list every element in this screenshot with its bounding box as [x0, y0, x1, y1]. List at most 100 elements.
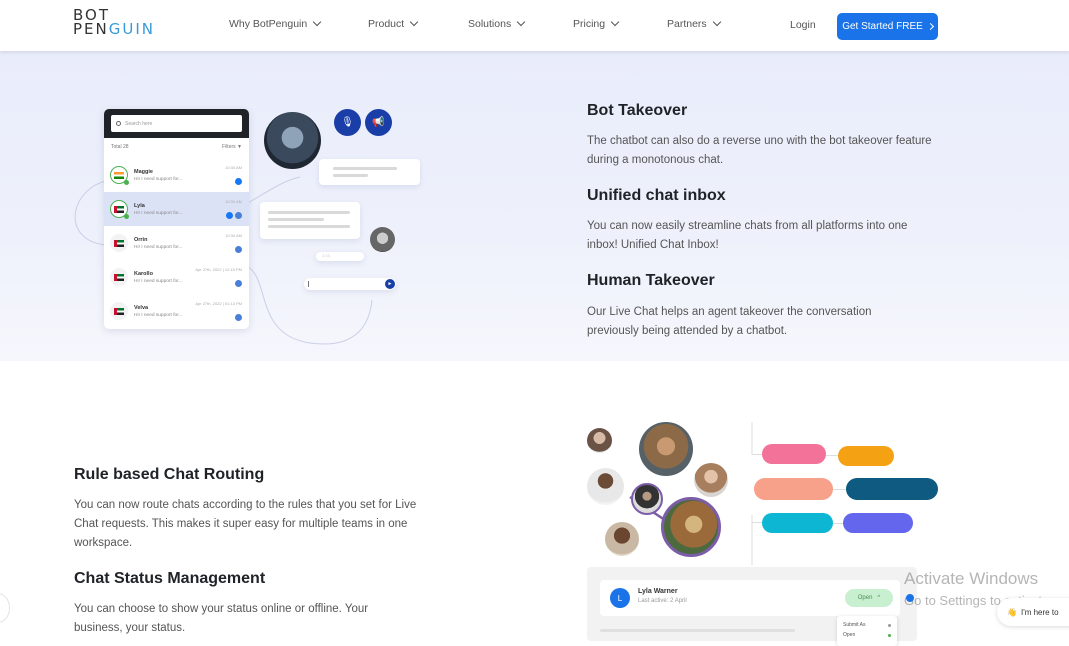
text-placeholder [333, 174, 368, 177]
nav-solutions[interactable]: Solutions [468, 17, 526, 30]
text-placeholder [333, 167, 397, 170]
chat-list-item[interactable]: Maggie Hi! I need support for... 10:30 AM [104, 158, 249, 192]
text-placeholder [600, 629, 795, 632]
feature-title-bot-takeover: Bot Takeover [587, 102, 688, 119]
megaphone-icon: 📢 [372, 117, 385, 128]
connector [752, 522, 762, 523]
typing-indicator: 1:15 [316, 252, 364, 261]
chat-list-header: Search here [104, 109, 249, 138]
filters-button[interactable]: Filters ▼ [222, 144, 242, 152]
filter-icon: ▼ [237, 144, 242, 150]
chat-list-mockup: Search here Total 28 Filters ▼ Maggie Hi!… [104, 109, 249, 329]
globe-icon [235, 212, 242, 219]
get-started-button[interactable]: Get Started FREE [837, 13, 938, 40]
chevron-down-icon [712, 17, 721, 27]
routing-rule-pill [762, 444, 826, 464]
contact-avatar: L [610, 588, 630, 608]
last-message: Hi! I need support for... [134, 210, 183, 216]
send-icon[interactable]: ► [385, 279, 395, 289]
last-message: Hi! I need support for... [134, 244, 183, 250]
globe-icon [235, 280, 242, 287]
chat-list-item[interactable]: Lyla Hi! I need support for... 10:30 AM [104, 192, 249, 226]
status-option-submit-as[interactable]: Submit As [843, 620, 891, 630]
microphone-button[interactable]: 🎙 [334, 109, 361, 136]
agent-photo [264, 112, 321, 169]
avatar [110, 268, 128, 286]
chevron-down-icon [409, 17, 419, 27]
avatar [110, 302, 128, 320]
microphone-icon: 🎙 [341, 117, 354, 128]
feature-body-unified-inbox: You can now easily streamline chats from… [587, 220, 908, 251]
connector [752, 454, 762, 455]
status-dropdown[interactable]: Open ^ [845, 589, 893, 607]
timestamp: 10:30 AM [225, 199, 242, 204]
status-menu: Submit As Open [837, 616, 897, 646]
text-placeholder [268, 225, 350, 228]
timestamp: 10:30 AM [225, 233, 242, 238]
timestamp: Apr 27th, 2022 | 12:15 PM [195, 267, 242, 272]
chat-search-input[interactable]: Search here [111, 115, 242, 132]
login-link[interactable]: Login [790, 19, 816, 31]
connector [833, 489, 846, 490]
text-cursor [308, 281, 309, 287]
timestamp: Apr 27th, 2022 | 01:13 PM [195, 301, 242, 306]
chat-bubble-received [319, 159, 420, 185]
botpenguin-logo[interactable]: BOT PENGUIN [73, 8, 155, 37]
waving-hand-icon: 👋 [1007, 607, 1017, 617]
chat-message-input[interactable]: ► [304, 278, 396, 290]
last-message: Hi! I need support for... [134, 176, 183, 182]
chevron-down-icon [610, 17, 620, 27]
routing-rule-pill [838, 446, 894, 466]
uae-flag-icon [114, 239, 124, 247]
facebook-icon [226, 212, 233, 219]
last-message: Hi! I need support for... [134, 312, 183, 318]
uae-flag-icon [114, 205, 124, 213]
contact-name: Lyla Warner [638, 588, 678, 595]
team-member-photo [694, 463, 728, 497]
feature-title-chat-routing: Rule based Chat Routing [74, 466, 265, 483]
nav-why-botpenguin[interactable]: Why BotPenguin [229, 17, 322, 30]
search-icon [116, 121, 121, 126]
text-placeholder [268, 211, 350, 214]
nav-partners[interactable]: Partners [667, 17, 721, 30]
team-member-photo [587, 468, 624, 505]
team-member-photo [605, 522, 639, 556]
last-active: Last active: 2 April [638, 598, 687, 604]
online-indicator [124, 214, 129, 219]
feature-title-status-management: Chat Status Management [74, 570, 266, 587]
routing-rule-pill [846, 478, 938, 500]
text-placeholder [268, 218, 324, 221]
team-member-photo [639, 422, 693, 476]
team-member-photo [587, 428, 612, 453]
team-member-photo-highlighted [661, 497, 721, 557]
routing-rule-pill [843, 513, 913, 533]
chat-list-item[interactable]: Velva Hi! I need support for... Apr 27th,… [104, 294, 249, 328]
avatar [110, 234, 128, 252]
uae-flag-icon [114, 273, 124, 281]
chat-widget-greeting[interactable]: 👋 I'm here to [997, 598, 1069, 626]
nav-pricing[interactable]: Pricing [573, 17, 620, 30]
top-navbar: BOT PENGUIN Why BotPenguin Product Solut… [0, 0, 1069, 51]
status-dot [888, 633, 891, 637]
feature-body-status-management: You can choose to show your status onlin… [74, 603, 369, 634]
avatar [110, 200, 129, 219]
connector [833, 523, 843, 524]
activate-windows-title: Activate Windows [904, 569, 1039, 588]
online-indicator [124, 180, 129, 185]
info-icon [906, 594, 914, 602]
nav-product[interactable]: Product [368, 17, 419, 30]
chevron-down-icon [312, 17, 322, 27]
announce-button[interactable]: 📢 [365, 109, 392, 136]
chevron-up-icon: ^ [877, 595, 881, 601]
facebook-icon [235, 178, 242, 185]
feature-body-bot-takeover: The chatbot can also do a reverse uno wi… [587, 135, 932, 166]
last-message: Hi! I need support for... [134, 278, 183, 284]
chat-list-item[interactable]: Karollo Hi! I need support for... Apr 27t… [104, 260, 249, 294]
chevron-down-icon [516, 17, 526, 27]
chat-list-item[interactable]: Orrin Hi! I need support for... 10:30 AM [104, 226, 249, 260]
chevron-right-icon [926, 22, 934, 31]
routing-rule-pill [754, 478, 833, 500]
contact-card: L Lyla Warner Last active: 2 April Open ^ [600, 580, 900, 616]
status-option-open[interactable]: Open [843, 630, 891, 640]
avatar [110, 166, 129, 185]
